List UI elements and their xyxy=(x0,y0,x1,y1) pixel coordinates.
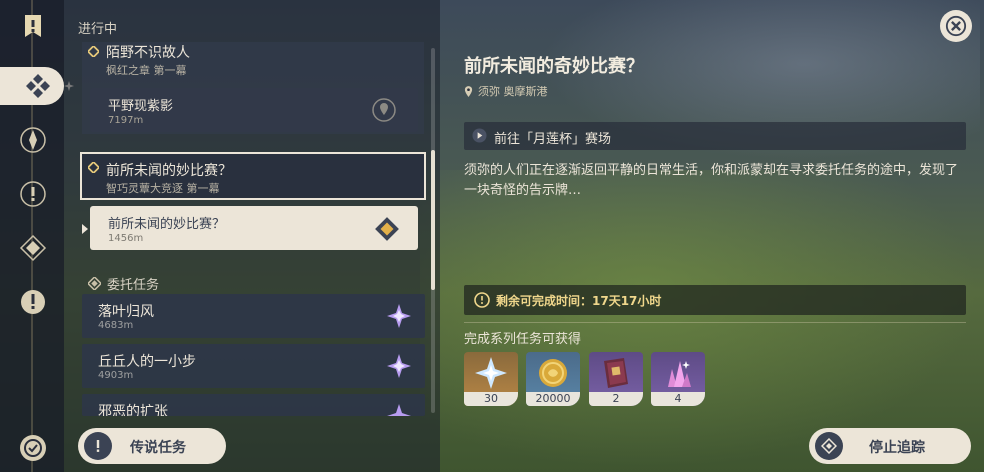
commission-title: 邪恶的扩张 xyxy=(98,404,168,416)
tracking-diamond-icon xyxy=(815,432,843,460)
reward-count: 2 xyxy=(589,392,643,406)
settings-badge-icon[interactable] xyxy=(17,432,49,464)
quest-diamond-icon xyxy=(88,46,99,57)
quest-step-card[interactable]: 平野现紫影 7197m xyxy=(90,88,418,132)
quest-step-title: 前所未闻的妙比赛？ xyxy=(108,217,226,232)
section-in-progress: 进行中 xyxy=(78,22,118,37)
rail-active-tab[interactable] xyxy=(0,67,74,105)
quest-subtitle: 枫红之章 第一幕 xyxy=(106,64,187,77)
quest-step-distance: 7197m xyxy=(108,115,144,126)
close-icon xyxy=(945,15,967,37)
list-scroll-thumb[interactable] xyxy=(431,150,435,290)
selected-arrow-icon xyxy=(82,224,88,234)
reward-count: 30 xyxy=(464,392,518,406)
quest-location: 须弥 奥摩斯港 xyxy=(464,83,548,99)
quest-title: 前所未闻的妙比赛？ xyxy=(106,163,232,179)
map-pin-icon[interactable] xyxy=(372,98,396,122)
time-remaining-bar: 剩余可完成时间：17天17小时 xyxy=(464,285,966,315)
reward-count: 4 xyxy=(651,392,705,406)
commission-title: 落叶归风 xyxy=(98,304,154,320)
quest-diamond-icon xyxy=(88,162,99,173)
background-scenery xyxy=(420,170,980,470)
reward-item[interactable]: 30 xyxy=(464,352,518,406)
commission-distance: 4903m xyxy=(98,370,134,381)
quest-step-distance: 1456m xyxy=(108,233,144,244)
objective-text: 前往「月莲杯」赛场 xyxy=(494,132,612,147)
clock-icon xyxy=(474,292,490,308)
commission-entry[interactable]: 落叶归风 4683m xyxy=(82,294,425,338)
world-quest-icon[interactable] xyxy=(17,286,49,318)
section-commission-label: 委托任务 xyxy=(107,278,160,293)
stop-tracking-label: 停止追踪 xyxy=(869,440,925,456)
quest-step-card-active[interactable]: 前所未闻的妙比赛？ 1456m xyxy=(90,206,418,250)
all-quests-icon xyxy=(26,74,50,98)
detail-divider xyxy=(464,322,966,323)
reward-count: 20000 xyxy=(526,392,580,406)
hero-wit-book-icon xyxy=(604,358,628,388)
section-commission: 委托任务 xyxy=(88,274,159,293)
time-remaining-text: 剩余可完成时间：17天17小时 xyxy=(496,294,662,308)
quest-objective: 前往「月莲杯」赛场 xyxy=(464,122,966,150)
legend-quest-icon xyxy=(84,432,112,460)
commission-star-icon xyxy=(387,304,411,328)
reward-item[interactable]: 20000 xyxy=(526,352,580,406)
quest-detail-title: 前所未闻的奇妙比赛？ xyxy=(464,56,644,77)
quest-entry-selected[interactable]: 前所未闻的妙比赛？ 智巧灵蕈大竞逐 第一幕 xyxy=(80,152,426,200)
quest-subtitle: 智巧灵蕈大竞逐 第一幕 xyxy=(106,182,220,195)
location-pin-icon xyxy=(464,85,473,97)
commission-diamond-icon xyxy=(88,277,101,290)
commission-quest-icon[interactable] xyxy=(17,232,49,264)
story-quest-icon[interactable] xyxy=(17,178,49,210)
quest-step-title: 平野现紫影 xyxy=(108,99,174,114)
mora-icon xyxy=(539,359,567,387)
legend-quests-label: 传说任务 xyxy=(130,440,186,456)
quest-title: 陌野不识故人 xyxy=(106,45,190,61)
reward-item[interactable]: 2 xyxy=(589,352,643,406)
close-button[interactable] xyxy=(940,10,972,42)
stop-tracking-button[interactable]: 停止追踪 xyxy=(809,428,971,464)
legend-quests-button[interactable]: 传说任务 xyxy=(78,428,226,464)
tracking-diamond-icon[interactable] xyxy=(374,216,400,242)
commission-star-icon xyxy=(387,354,411,378)
reward-item[interactable]: 4 xyxy=(651,352,705,406)
quest-book-icon[interactable] xyxy=(17,10,49,42)
quest-description: 须弥的人们正在逐渐返回平静的日常生活，你和派蒙却在寻求委托任务的途中，发现了一块… xyxy=(464,163,959,198)
commission-distance: 4683m xyxy=(98,320,134,331)
commission-title: 丘丘人的一小步 xyxy=(98,354,196,370)
category-rail xyxy=(0,0,74,472)
commission-entry[interactable]: 邪恶的扩张 xyxy=(82,394,425,416)
mystic-ore-crystal-icon xyxy=(668,361,691,387)
quest-location-text: 须弥 奥摩斯港 xyxy=(478,85,548,98)
objective-play-icon xyxy=(472,128,487,143)
primogem-icon xyxy=(475,357,507,389)
commission-entry[interactable]: 丘丘人的一小步 4903m xyxy=(82,344,425,388)
commission-star-icon xyxy=(387,404,411,416)
archon-quest-icon[interactable] xyxy=(17,124,49,156)
rewards-title: 完成系列任务可获得 xyxy=(464,332,582,347)
